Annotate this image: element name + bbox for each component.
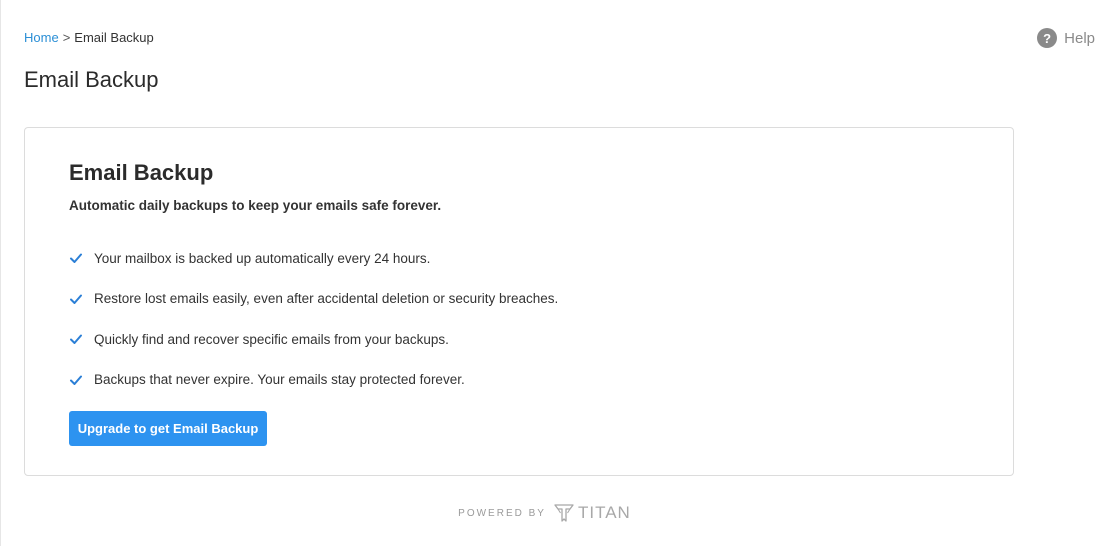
- question-icon: ?: [1037, 28, 1058, 48]
- titan-brand-name: TITAN: [577, 503, 631, 522]
- check-icon: [70, 294, 82, 304]
- help-label: Help: [1064, 29, 1095, 47]
- feature-item: Your mailbox is backed up automatically …: [69, 238, 558, 279]
- feature-text: Your mailbox is backed up automatically …: [94, 250, 431, 266]
- card-subtitle: Automatic daily backups to keep your ema…: [69, 198, 442, 213]
- card-title: Email Backup: [69, 160, 214, 185]
- feature-item: Restore lost emails easily, even after a…: [69, 279, 558, 320]
- titan-logo-icon: [554, 504, 574, 522]
- powered-by-footer: POWERED BY TITAN: [0, 503, 1101, 523]
- breadcrumb-home-link[interactable]: Home: [24, 30, 59, 45]
- feature-item: Backups that never expire. Your emails s…: [69, 360, 558, 401]
- help-button[interactable]: ? Help: [1037, 28, 1095, 48]
- check-icon: [70, 334, 82, 345]
- feature-text: Backups that never expire. Your emails s…: [94, 372, 465, 388]
- check-icon: [70, 375, 82, 385]
- page-title: Email Backup: [24, 67, 159, 92]
- email-backup-card: Email Backup Automatic daily backups to …: [24, 127, 1014, 476]
- breadcrumb-current: Email Backup: [74, 30, 154, 45]
- breadcrumb-separator: >: [62, 30, 71, 45]
- upgrade-button[interactable]: Upgrade to get Email Backup: [69, 411, 267, 446]
- feature-text: Restore lost emails easily, even after a…: [94, 291, 559, 307]
- feature-item: Quickly find and recover specific emails…: [69, 319, 558, 360]
- breadcrumb: Home > Email Backup: [24, 30, 154, 46]
- feature-text: Quickly find and recover specific emails…: [94, 331, 449, 347]
- powered-by-label: POWERED BY: [458, 507, 546, 519]
- check-icon: [70, 253, 82, 264]
- feature-list: Your mailbox is backed up automatically …: [69, 238, 558, 400]
- left-divider: [0, 0, 1, 546]
